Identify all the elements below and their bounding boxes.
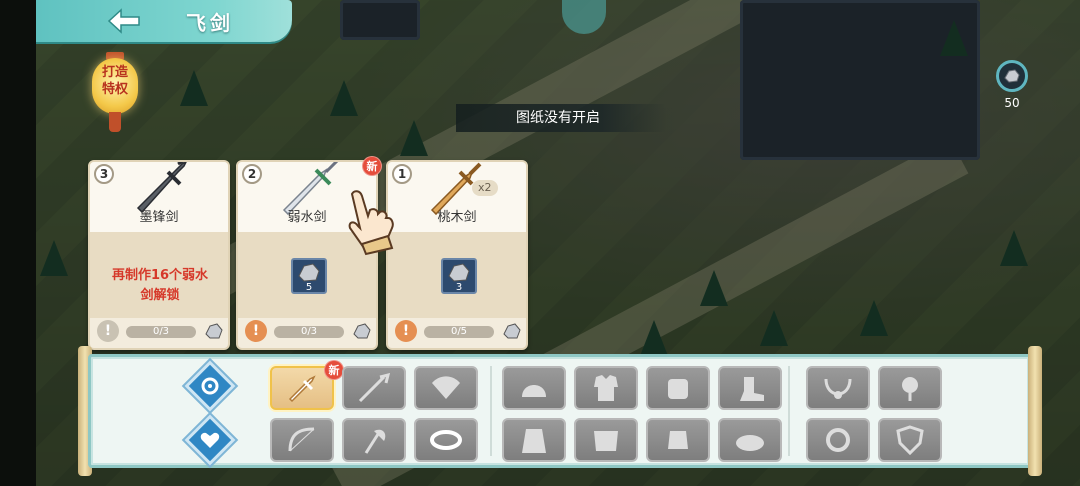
spear-category-slot[interactable]: [342, 366, 406, 410]
material-slot[interactable]: 5: [291, 258, 327, 294]
craft-progress-bar: 0/3: [126, 326, 196, 338]
ore-icon: [996, 60, 1028, 92]
page-header: 飞剑: [36, 0, 292, 42]
spear-icon: [358, 373, 391, 403]
helmet-icon: [522, 385, 546, 397]
exclamation-icon: !: [97, 320, 119, 342]
chestplate-icon: [594, 431, 618, 451]
forge-privilege-lantern[interactable]: 打造 特权: [90, 50, 140, 136]
necklace-icon: [824, 378, 852, 399]
multiplier-badge: x2: [472, 180, 498, 196]
material-qty: 3: [455, 282, 463, 293]
helmet-category-slot[interactable]: [502, 366, 566, 410]
equipment-category-panel: 新: [78, 346, 1042, 476]
unlock-hint-line1: 再制作16个弱水: [111, 268, 209, 283]
necklace-category-slot[interactable]: [806, 366, 870, 410]
exclamation-icon: !: [395, 320, 417, 342]
ore-amount: 50: [1004, 96, 1020, 110]
swirl-icon: [201, 377, 219, 395]
gauntlet-category-slot[interactable]: [646, 418, 710, 462]
ore-icon: [448, 263, 470, 282]
card-rank: 1: [392, 164, 412, 184]
pendant-icon: [902, 377, 918, 401]
shield-icon: [896, 425, 924, 455]
axe-category-slot[interactable]: [342, 418, 406, 462]
craft-progress-bar: 0/3: [274, 326, 344, 338]
lantern-label-line2: 特权: [101, 82, 128, 97]
robe-category-slot[interactable]: [502, 418, 566, 462]
page-title: 飞剑: [186, 11, 234, 35]
card-weapon-name: 弱水剑: [287, 210, 327, 225]
fan-icon: [432, 376, 460, 399]
material-slot[interactable]: 3: [441, 258, 477, 294]
ore-icon: [353, 323, 371, 339]
lantern-label-line1: 打造: [101, 65, 128, 80]
chestplate-category-slot[interactable]: [574, 418, 638, 462]
card-rank: 3: [94, 164, 114, 184]
card-weapon-name: 桃木剑: [437, 210, 477, 225]
robe-icon: [522, 429, 546, 453]
belt-icon: [430, 430, 462, 450]
ring-icon: [826, 428, 850, 452]
ring-category-slot[interactable]: [806, 418, 870, 462]
exclamation-icon: !: [245, 320, 267, 342]
screen-edge-bar: [0, 0, 36, 486]
bow-icon: [288, 427, 315, 452]
fan-category-slot[interactable]: [414, 366, 478, 410]
back-button[interactable]: [94, 6, 154, 36]
shoe-icon: [736, 435, 764, 451]
ore-icon: [298, 263, 320, 282]
armor-icon: [594, 375, 618, 401]
unlock-hint-line2: 剑解锁: [140, 288, 180, 303]
axe-icon: [364, 429, 386, 454]
boots-icon: [740, 377, 764, 401]
heart-icon: [200, 432, 220, 448]
card-rank: 2: [242, 164, 262, 184]
ore-currency[interactable]: 50: [992, 60, 1032, 116]
ore-icon: [205, 323, 223, 339]
ore-icon: [503, 323, 521, 339]
armor-category-slot[interactable]: [574, 366, 638, 410]
blueprint-card-ruoshui[interactable]: 2 弱水剑 5 ! 0/3: [236, 160, 378, 350]
toast-message: 图纸没有开启: [456, 104, 666, 132]
shoe-category-slot[interactable]: [718, 418, 782, 462]
new-badge: 新: [362, 156, 382, 176]
boots-category-slot[interactable]: [718, 366, 782, 410]
new-badge: 新: [324, 360, 344, 380]
card-weapon-name: 墨锋剑: [139, 210, 179, 225]
sword-icon: [288, 375, 316, 403]
blueprint-card-mofeng[interactable]: 3 墨锋剑 再制作16个弱水 剑解锁 ! 0/3: [88, 160, 230, 350]
belt-category-slot[interactable]: [414, 418, 478, 462]
jade-pendant-category-slot[interactable]: [878, 366, 942, 410]
material-qty: 5: [305, 282, 313, 293]
blueprint-card-taomu[interactable]: 1 x2 桃木剑 3 ! 0/5: [386, 160, 528, 350]
back-arrow-icon: [107, 8, 140, 34]
bracer-category-slot[interactable]: [646, 366, 710, 410]
craft-progress-bar: 0/5: [424, 326, 494, 338]
gauntlet-icon: [668, 431, 688, 449]
bow-category-slot[interactable]: [270, 418, 334, 462]
shield-category-slot[interactable]: [878, 418, 942, 462]
bracer-icon: [668, 379, 688, 399]
